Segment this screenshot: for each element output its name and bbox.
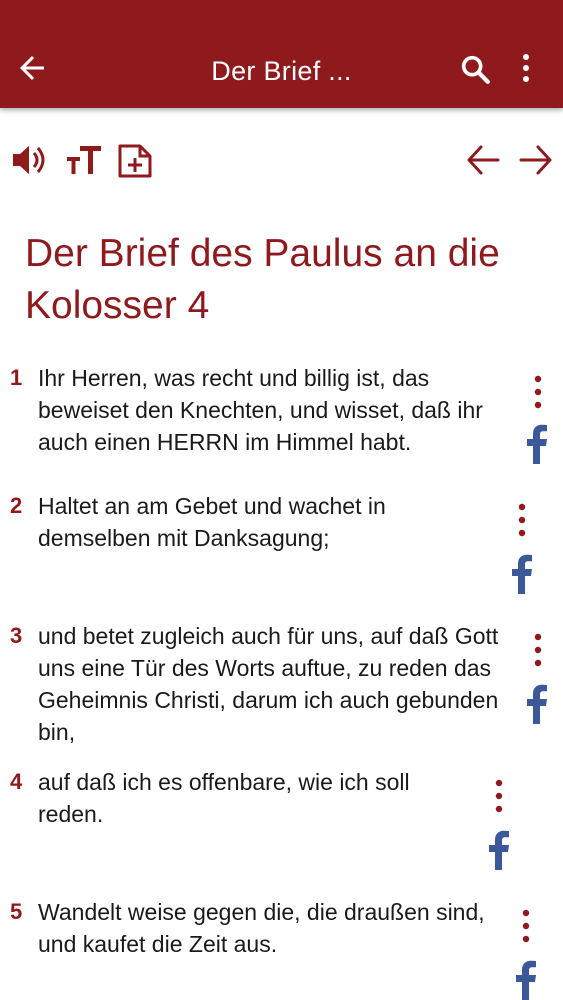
verse-menu-icon[interactable] [532,374,544,410]
arrow-right-icon[interactable] [518,138,554,182]
verse-number: 1 [10,365,23,390]
more-vert-icon[interactable] [514,52,538,86]
verse-menu-icon[interactable] [493,778,505,814]
app-bar: Der Brief ... [0,0,563,108]
facebook-icon[interactable] [514,960,538,1000]
verse-text: Wandelt weise gegen die, die draußen sin… [38,899,485,957]
arrow-left-icon[interactable] [465,138,501,182]
search-icon[interactable] [458,52,492,86]
verse-menu-icon[interactable] [520,908,532,944]
verse-text: Haltet an am Gebet und wachet in demselb… [38,493,386,551]
verse-text: und betet zugleich auch für uns, auf daß… [38,623,499,745]
facebook-icon[interactable] [525,684,549,724]
text-size-icon[interactable] [64,138,104,182]
chapter-title: Der Brief des Paulus an die Kolosser 4 [25,232,500,327]
verse-number: 4 [10,769,23,794]
facebook-icon[interactable] [510,554,534,594]
verse-menu-icon[interactable] [516,502,528,538]
verse-number: 5 [10,899,23,924]
reader-toolbar [0,138,563,182]
speaker-icon[interactable] [10,138,50,182]
facebook-icon[interactable] [487,830,511,870]
add-note-icon[interactable] [116,138,156,182]
verse-menu-icon[interactable] [532,632,544,668]
verse-number: 3 [10,623,23,648]
verse-text: Ihr Herren, was recht und billig ist, da… [38,365,483,455]
facebook-icon[interactable] [525,424,549,464]
verse-text: auf daß ich es offenbare, wie ich soll r… [38,769,410,827]
verse-number: 2 [10,493,23,518]
